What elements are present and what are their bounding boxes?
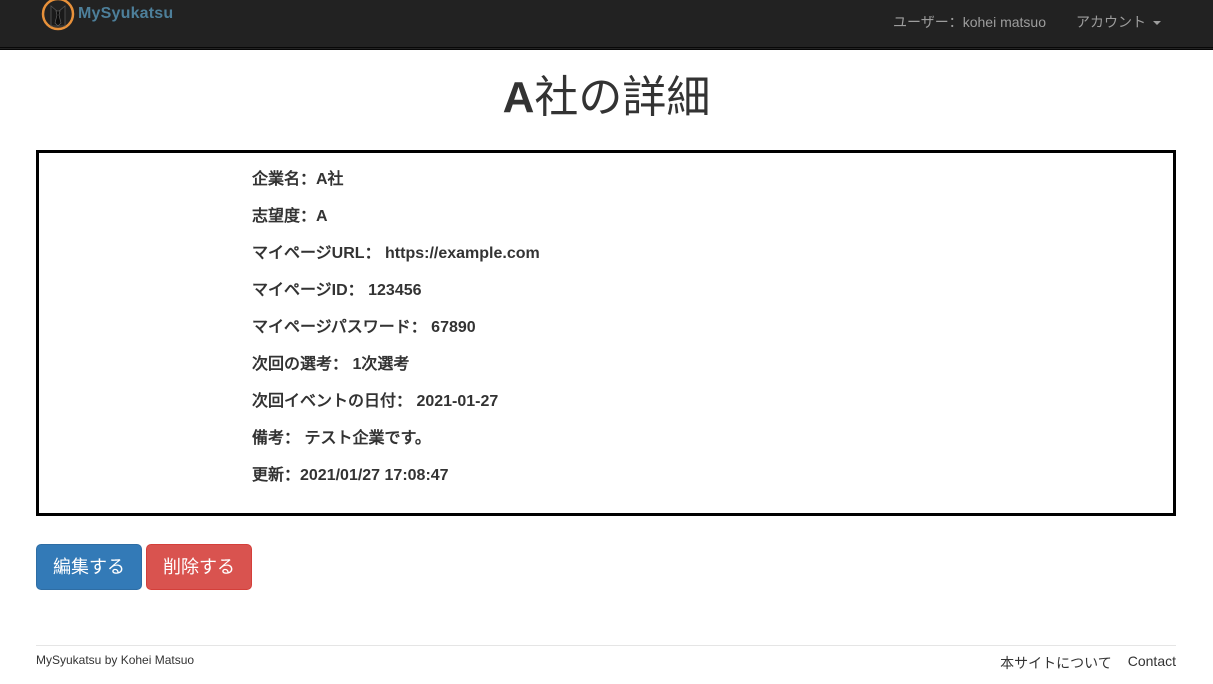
nav-right: ユーザー：kohei matsuo アカウント [893, 0, 1161, 44]
footer-contact-link[interactable]: Contact [1128, 653, 1176, 673]
footer-links: 本サイトについて Contact [1000, 653, 1176, 673]
footer-about-link[interactable]: 本サイトについて [1000, 653, 1112, 673]
page-title: A社の詳細 [0, 70, 1213, 126]
detail-updated-at: 更新：2021/01/27 17:08:47 [252, 467, 449, 484]
detail-next-selection: 次回の選考： 1次選考 [252, 356, 410, 373]
detail-mypage-id: マイページID： 123456 [252, 282, 422, 299]
detail-preference: 志望度：A [252, 208, 328, 225]
delete-button[interactable]: 削除する [146, 544, 252, 590]
action-buttons: 編集する 削除する [36, 544, 252, 590]
current-user-label: ユーザー：kohei matsuo [893, 14, 1046, 30]
top-navbar: MySyukatsu ユーザー：kohei matsuo アカウント [0, 0, 1213, 50]
caret-down-icon [1153, 21, 1161, 25]
detail-mypage-url: マイページURL： https://example.com [252, 245, 540, 262]
page-title-company: A [502, 73, 535, 122]
account-dropdown-label: アカウント [1076, 14, 1146, 30]
edit-button[interactable]: 編集する [36, 544, 142, 590]
brand-link[interactable]: MySyukatsu [40, 0, 173, 36]
detail-next-event-date: 次回イベントの日付： 2021-01-27 [252, 393, 499, 410]
detail-mypage-password: マイページパスワード： 67890 [252, 319, 476, 336]
page-footer: MySyukatsu by Kohei Matsuo 本サイトについて Cont… [36, 645, 1176, 684]
account-dropdown[interactable]: アカウント [1076, 12, 1161, 32]
tie-person-icon [41, 0, 75, 31]
brand-name: MySyukatsu [78, 5, 174, 22]
footer-credit: MySyukatsu by Kohei Matsuo [36, 653, 195, 667]
company-detail-box: 企業名：A社 志望度：A マイページURL： https://example.c… [36, 150, 1176, 516]
detail-notes: 備考： テスト企業です。 [252, 430, 431, 447]
page-title-suffix: 社の詳細 [534, 73, 711, 122]
detail-company-name: 企業名：A社 [252, 171, 344, 188]
